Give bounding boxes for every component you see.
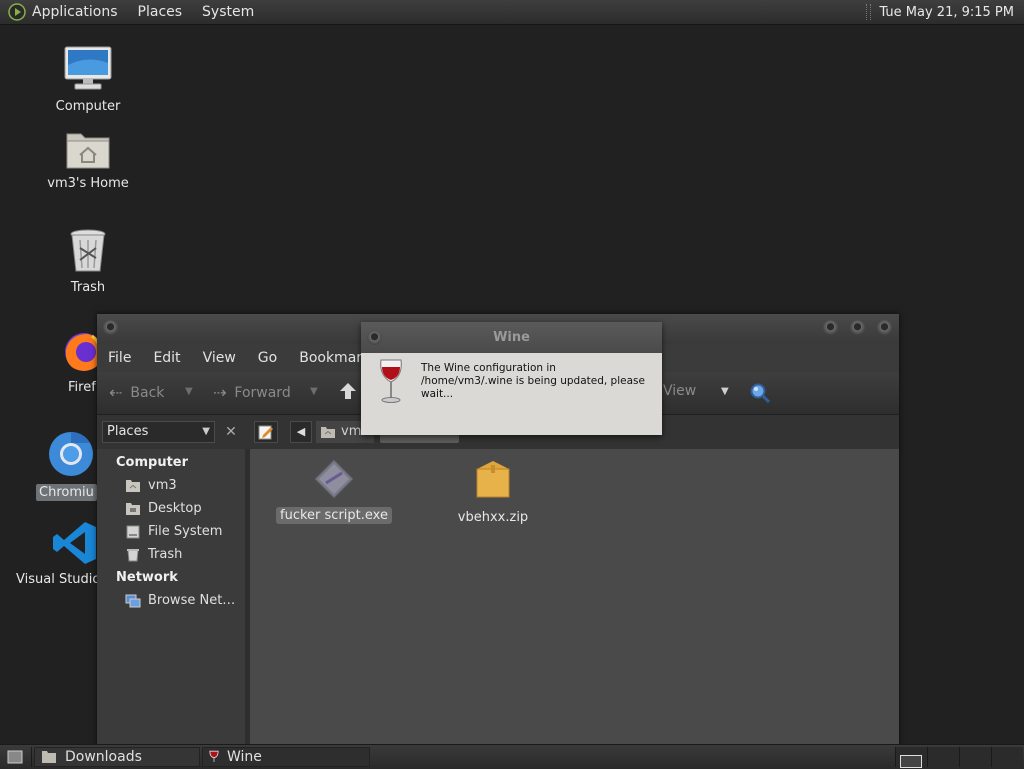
close-sidebar-icon[interactable]: ✕ bbox=[221, 421, 241, 443]
task-label: Wine bbox=[227, 749, 262, 765]
minimize-button[interactable] bbox=[823, 320, 838, 335]
workspace-1[interactable] bbox=[895, 747, 927, 768]
desktop-icon-label: vm3's Home bbox=[47, 176, 129, 191]
file-view[interactable]: fucker script.exe vbehxx.zip bbox=[250, 449, 899, 746]
computer-icon bbox=[64, 46, 112, 90]
system-menu[interactable]: System bbox=[202, 4, 254, 20]
workspace-window-preview bbox=[900, 755, 922, 768]
workspace-2[interactable] bbox=[927, 747, 959, 767]
search-icon bbox=[750, 383, 771, 404]
view-button[interactable]: View bbox=[663, 383, 696, 399]
file-item-zip[interactable]: vbehxx.zip bbox=[433, 459, 553, 526]
search-button[interactable] bbox=[749, 382, 771, 404]
wine-dialog: Wine The Wine configuration in /home/vm3… bbox=[361, 322, 662, 435]
vscode-icon bbox=[53, 522, 96, 564]
sidebar-item-label: Browse Net… bbox=[148, 593, 236, 608]
task-wine[interactable]: Wine bbox=[202, 747, 370, 767]
wine-glass-icon bbox=[380, 359, 402, 403]
back-history-dropdown-icon[interactable]: ▼ bbox=[185, 386, 193, 397]
applications-menu[interactable]: Applications bbox=[32, 4, 118, 20]
desktop-icon-trash[interactable]: Trash bbox=[28, 228, 148, 295]
sidebar-item-desktop[interactable]: Desktop bbox=[125, 501, 202, 516]
file-name: fucker script.exe bbox=[276, 507, 392, 524]
menu-edit[interactable]: Edit bbox=[153, 350, 180, 366]
sidebar-item-browse-network[interactable]: Browse Net… bbox=[125, 593, 235, 608]
back-button[interactable]: ⇠ Back bbox=[109, 383, 164, 402]
sidebar-header-computer: Computer bbox=[116, 455, 189, 470]
places-dropdown-label: Places bbox=[107, 424, 149, 439]
forward-button[interactable]: ⇢ Forward bbox=[213, 383, 291, 402]
maximize-button[interactable] bbox=[850, 320, 865, 335]
wine-dialog-title: Wine bbox=[493, 330, 530, 345]
wine-dialog-titlebar[interactable]: Wine bbox=[361, 322, 662, 353]
home-folder-icon bbox=[66, 133, 110, 169]
chromium-icon bbox=[49, 432, 93, 476]
sidebar-item-label: Trash bbox=[148, 547, 183, 562]
places-menu[interactable]: Places bbox=[138, 4, 183, 20]
workspace-4[interactable] bbox=[991, 747, 1023, 767]
clock[interactable]: Tue May 21, 9:15 PM bbox=[879, 5, 1014, 20]
task-label: Downloads bbox=[65, 749, 142, 765]
home-folder-icon bbox=[126, 479, 140, 492]
trash-icon bbox=[70, 229, 106, 272]
places-sidebar: Computer vm3 Desktop File System Trash N… bbox=[97, 449, 246, 746]
up-button[interactable] bbox=[339, 381, 357, 401]
close-button[interactable] bbox=[877, 320, 892, 335]
desktop-icon-label: Chromiu bbox=[36, 484, 97, 501]
trash-icon bbox=[127, 548, 139, 561]
desktop-icon-vscode[interactable]: Visual Studio bbox=[16, 520, 106, 587]
file-item-exe[interactable]: fucker script.exe bbox=[274, 459, 394, 524]
edit-location-icon bbox=[258, 425, 273, 440]
top-panel: Applications Places System Tue May 21, 9… bbox=[0, 0, 1024, 25]
home-folder-icon bbox=[321, 426, 335, 438]
back-arrow-icon: ⇠ bbox=[109, 383, 123, 402]
window-menu-button[interactable] bbox=[103, 320, 118, 335]
forward-history-dropdown-icon[interactable]: ▼ bbox=[310, 386, 318, 397]
sidebar-item-label: vm3 bbox=[148, 478, 177, 493]
desktop-icon-label: Trash bbox=[70, 280, 106, 295]
path-scroll-left-button[interactable]: ◀ bbox=[290, 421, 312, 443]
desktop-icon-chromium[interactable]: Chromiu bbox=[36, 430, 106, 501]
applications-logo-icon[interactable] bbox=[8, 3, 26, 21]
desktop-icon-label: Visual Studio bbox=[16, 572, 101, 587]
menu-file[interactable]: File bbox=[108, 350, 131, 366]
bottom-panel: Downloads Wine bbox=[0, 744, 1024, 769]
forward-label: Forward bbox=[234, 384, 291, 401]
desktop-icon-firefox[interactable]: Firef bbox=[4, 330, 104, 395]
view-label: View bbox=[663, 383, 697, 399]
back-label: Back bbox=[130, 384, 165, 401]
show-desktop-icon bbox=[7, 750, 23, 764]
sidebar-item-trash[interactable]: Trash bbox=[125, 547, 182, 562]
sidebar-item-label: File System bbox=[148, 524, 223, 539]
up-arrow-icon bbox=[340, 383, 356, 399]
desktop-folder-icon bbox=[126, 502, 140, 515]
sidebar-header-network: Network bbox=[116, 570, 178, 585]
file-name: vbehxx.zip bbox=[457, 510, 529, 525]
wine-dialog-message: The Wine configuration in /home/vm3/.win… bbox=[421, 362, 645, 400]
sidebar-item-vm3[interactable]: vm3 bbox=[125, 478, 177, 493]
show-desktop-button[interactable] bbox=[0, 747, 32, 767]
toggle-location-entry-button[interactable] bbox=[254, 421, 278, 443]
folder-icon bbox=[42, 751, 56, 763]
wine-glass-icon bbox=[209, 750, 219, 762]
panel-separator bbox=[866, 4, 872, 20]
places-dropdown[interactable]: Places ▼ bbox=[102, 421, 215, 443]
zip-archive-icon bbox=[476, 461, 510, 498]
sidebar-item-file-system[interactable]: File System bbox=[125, 524, 222, 539]
task-downloads[interactable]: Downloads bbox=[34, 747, 200, 767]
window-menu-button[interactable] bbox=[367, 330, 382, 345]
forward-arrow-icon: ⇢ bbox=[213, 383, 227, 402]
menu-view[interactable]: View bbox=[203, 350, 236, 366]
network-icon bbox=[125, 594, 141, 607]
desktop-icon-computer[interactable]: Computer bbox=[28, 45, 148, 114]
desktop-icon-label: Computer bbox=[55, 99, 121, 114]
chevron-down-icon: ▼ bbox=[202, 426, 210, 437]
view-dropdown-icon[interactable]: ▼ bbox=[721, 386, 729, 397]
sidebar-item-label: Desktop bbox=[148, 501, 202, 516]
desktop-icon-home[interactable]: vm3's Home bbox=[28, 128, 148, 191]
workspace-3[interactable] bbox=[959, 747, 991, 767]
drive-icon bbox=[126, 525, 140, 538]
menu-go[interactable]: Go bbox=[258, 350, 277, 366]
exe-file-icon bbox=[314, 459, 354, 499]
